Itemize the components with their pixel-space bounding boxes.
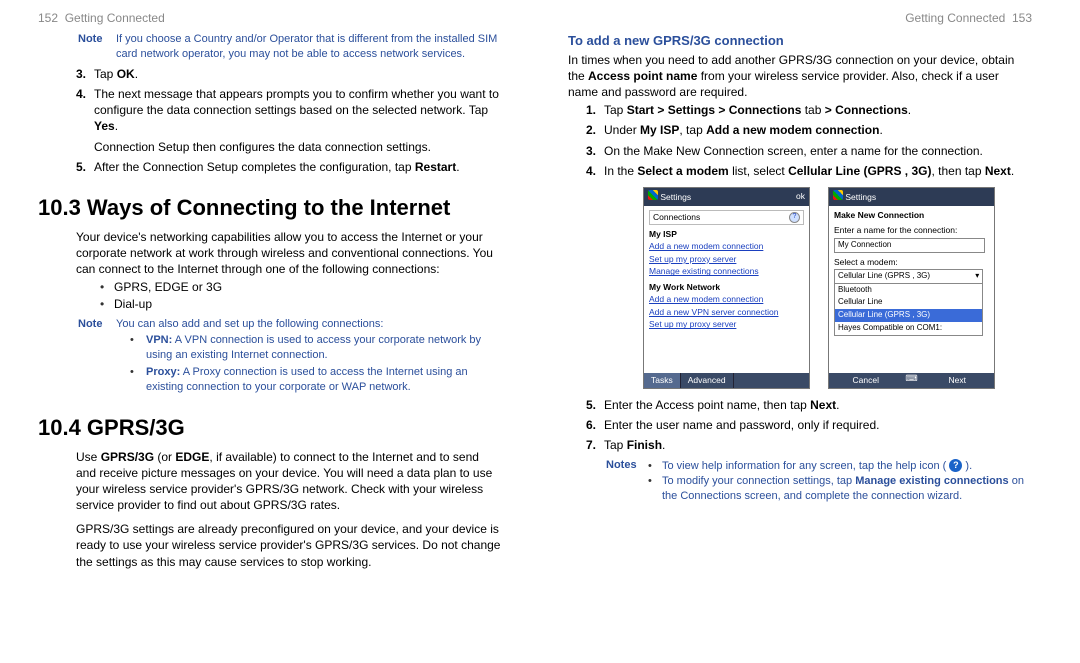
field-label: Enter a name for the connection:: [834, 225, 989, 236]
paragraph: Connection Setup then configures the dat…: [94, 139, 502, 155]
tabbar: Tasks Advanced: [644, 373, 809, 388]
note-label: Note: [78, 317, 116, 332]
step-list: 5.After the Connection Setup completes t…: [76, 159, 502, 175]
screen-body: Connections ? My ISP Add a new modem con…: [644, 206, 809, 373]
titlebar: Settings ok: [644, 188, 809, 205]
screen-link: Add a new modem connection: [649, 241, 804, 252]
step-item: 1.Tap Start > Settings > Connections tab…: [586, 102, 1032, 118]
step-list: 3.Tap OK. 4.The next message that appears…: [76, 66, 502, 135]
page-spread: 152 Getting Connected Note If you choose…: [0, 0, 1080, 663]
screen-heading: Make New Connection: [834, 210, 989, 221]
dropdown-option: Cellular Line: [835, 296, 982, 309]
step-item: 3.On the Make New Connection screen, ent…: [586, 143, 1032, 159]
chevron-down-icon: ▾: [975, 271, 979, 282]
start-icon: [833, 190, 843, 200]
note-label: Note: [78, 32, 116, 62]
screen-link: Set up my proxy server: [649, 319, 804, 330]
titlebar: Settings: [829, 188, 994, 205]
button-bar: Cancel ⌨ Next: [829, 373, 994, 388]
screenshot-new-connection: Settings Make New Connection Enter a nam…: [828, 187, 995, 389]
bullet-list: •GPRS, EDGE or 3G•Dial-up: [100, 279, 502, 312]
tab: Advanced: [681, 373, 734, 388]
paragraph: Use GPRS/3G (or EDGE, if available) to c…: [76, 449, 502, 514]
keyboard-icon: ⌨: [903, 373, 921, 388]
screenshot-row: Settings ok Connections ? My ISP Add a n…: [606, 187, 1032, 389]
step-item: 3.Tap OK.: [76, 66, 502, 82]
note-item: •To modify your connection settings, tap…: [648, 474, 1032, 504]
step-list: 1.Tap Start > Settings > Connections tab…: [586, 102, 1032, 179]
paragraph: Your device's networking capabilities al…: [76, 229, 502, 278]
page-number: 152: [38, 11, 58, 25]
bullet-item: •GPRS, EDGE or 3G: [100, 279, 502, 295]
note-body: You can also add and set up the followin…: [116, 317, 383, 332]
category: My ISP: [649, 229, 804, 240]
cancel-button: Cancel: [829, 373, 903, 388]
next-button: Next: [921, 373, 995, 388]
note-body: If you choose a Country and/or Operator …: [116, 32, 502, 62]
note-block: Note You can also add and set up the fol…: [78, 317, 502, 332]
step-item: 7.Tap Finish.: [586, 437, 1032, 453]
page-number: 153: [1012, 11, 1032, 25]
start-icon: [648, 190, 658, 200]
note-item: •VPN: A VPN connection is used to access…: [130, 333, 502, 363]
screen-link: Manage existing connections: [649, 266, 804, 277]
notes-block: Notes •To view help information for any …: [606, 458, 1032, 506]
screen-body: Make New Connection Enter a name for the…: [829, 206, 994, 373]
note-block: Note If you choose a Country and/or Oper…: [78, 32, 502, 62]
header-row: Connections ?: [649, 210, 804, 225]
screen-link: Set up my proxy server: [649, 254, 804, 265]
modem-select: Cellular Line (GPRS , 3G) ▾ BluetoothCell…: [834, 269, 983, 336]
dropdown-option: Cellular Line (GPRS , 3G): [835, 309, 982, 322]
category: My Work Network: [649, 282, 804, 293]
step-item: 4.In the Select a modem list, select Cel…: [586, 163, 1032, 179]
step-item: 5.After the Connection Setup completes t…: [76, 159, 502, 175]
paragraph: In times when you need to add another GP…: [568, 52, 1032, 101]
help-icon: ?: [949, 459, 962, 472]
step-item: 5.Enter the Access point name, then tap …: [586, 397, 1032, 413]
section-heading: 10.4 GPRS/3G: [38, 413, 502, 443]
step-item: 2.Under My ISP, tap Add a new modem conn…: [586, 122, 1032, 138]
screen-link: Add a new VPN server connection: [649, 307, 804, 318]
bullet-item: •Dial-up: [100, 296, 502, 312]
tab: Tasks: [644, 373, 681, 388]
sub-heading: To add a new GPRS/3G connection: [568, 32, 1032, 50]
note-item: •To view help information for any screen…: [648, 459, 1032, 474]
page-153: Getting Connected 153 To add a new GPRS/…: [540, 0, 1080, 663]
notes-items: •To view help information for any screen…: [648, 458, 1032, 506]
paragraph: GPRS/3G settings are already preconfigur…: [76, 521, 502, 570]
screen-link: Add a new modem connection: [649, 294, 804, 305]
running-header-right: Getting Connected 153: [568, 10, 1032, 26]
dropdown-option: Bluetooth: [835, 284, 982, 297]
step-list: 5.Enter the Access point name, then tap …: [586, 397, 1032, 454]
step-item: 6.Enter the user name and password, only…: [586, 417, 1032, 433]
running-header-left: 152 Getting Connected: [38, 10, 502, 26]
help-icon: ?: [789, 212, 800, 223]
page-152: 152 Getting Connected Note If you choose…: [0, 0, 540, 663]
note-sub-list: •VPN: A VPN connection is used to access…: [130, 333, 502, 394]
dropdown-option: Hayes Compatible on COM1:: [835, 322, 982, 335]
section-title: Getting Connected: [905, 11, 1005, 25]
section-title: Getting Connected: [65, 11, 165, 25]
note-item: •Proxy: A Proxy connection is used to ac…: [130, 365, 502, 395]
field-label: Select a modem:: [834, 257, 989, 268]
notes-label: Notes: [606, 458, 648, 506]
name-input: My Connection: [834, 238, 985, 253]
section-heading: 10.3 Ways of Connecting to the Internet: [38, 193, 502, 223]
screenshot-connections: Settings ok Connections ? My ISP Add a n…: [643, 187, 810, 389]
step-item: 4.The next message that appears prompts …: [76, 86, 502, 135]
